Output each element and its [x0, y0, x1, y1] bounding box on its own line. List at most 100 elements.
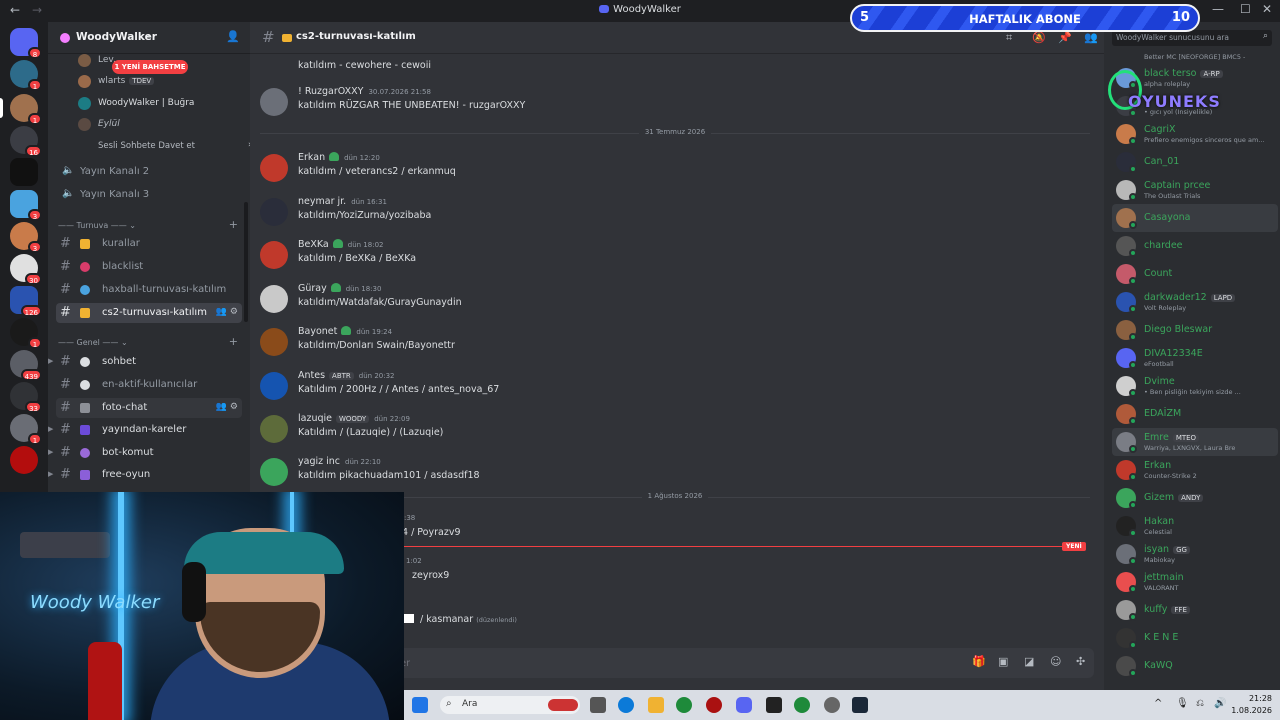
- avatar[interactable]: [260, 372, 288, 400]
- server-icon[interactable]: 126: [10, 286, 42, 317]
- server-icon[interactable]: [10, 446, 38, 474]
- volume-icon[interactable]: 🔊: [1214, 698, 1226, 709]
- channel-foto-chat[interactable]: # foto-chat 👥 ⚙: [56, 398, 242, 418]
- gift-icon[interactable]: 🎁: [972, 655, 986, 668]
- message-author[interactable]: yagiz inc dün 22:10: [298, 456, 381, 467]
- message-author[interactable]: BeXKa dün 18:02: [298, 239, 383, 250]
- add-channel-icon[interactable]: +: [229, 218, 238, 231]
- steam-icon[interactable]: [852, 697, 868, 713]
- member-row[interactable]: CagriX Prefiero enemigos sinceros que am.…: [1112, 120, 1278, 148]
- maximize-button[interactable]: ☐: [1240, 2, 1251, 16]
- pin-icon[interactable]: 📌: [1058, 31, 1072, 44]
- threads-icon[interactable]: ⌗: [1006, 31, 1012, 45]
- category-genel[interactable]: —— Genel —— ⌄: [58, 338, 128, 347]
- apps-icon[interactable]: ✣: [1076, 655, 1085, 668]
- avatar[interactable]: [260, 285, 288, 313]
- server-icon[interactable]: 1: [10, 60, 42, 91]
- server-icon[interactable]: 439: [10, 350, 42, 381]
- message-author[interactable]: lazuqie WOODY dün 22:09: [298, 413, 410, 424]
- message[interactable]: Bayonet dün 19:24 katıldım/Donları Swain/B…: [260, 326, 1090, 366]
- network-icon[interactable]: ⎌: [1196, 698, 1204, 709]
- invite-people-icon[interactable]: 👤: [226, 30, 240, 43]
- add-channel-icon[interactable]: +: [229, 335, 238, 348]
- server-icon[interactable]: 3: [10, 222, 42, 253]
- avatar[interactable]: [260, 241, 288, 269]
- direct-messages-icon[interactable]: 8: [10, 28, 42, 59]
- channel-haxball[interactable]: # haxball-turnuvası-katılım: [56, 280, 242, 300]
- sidebar-scrollbar[interactable]: [244, 202, 248, 322]
- tray-chevron-icon[interactable]: ^: [1154, 698, 1162, 709]
- server-icon[interactable]: 33: [10, 382, 42, 413]
- member-row[interactable]: Gizem ANDY: [1112, 484, 1278, 512]
- member-row[interactable]: kuffy FFE: [1112, 596, 1278, 624]
- taskbar-search[interactable]: ⌕ Ara: [440, 696, 580, 714]
- member-row[interactable]: Diego Bleswar: [1112, 316, 1278, 344]
- message[interactable]: neymar jr. dün 16:31 katıldım/YoziZurna/yo…: [260, 196, 1090, 236]
- channel-blacklist[interactable]: # blacklist: [56, 257, 242, 277]
- discord-taskbar-icon[interactable]: [736, 697, 752, 713]
- server-search[interactable]: WoodyWalker sunucusunu ara ⌕: [1112, 30, 1272, 46]
- member-row[interactable]: Casayona: [1112, 204, 1278, 232]
- member-row[interactable]: chardee: [1112, 232, 1278, 260]
- new-mention-pill[interactable]: 1 YENİ BAHSETME: [112, 60, 188, 74]
- app-icon[interactable]: [766, 697, 782, 713]
- server-header[interactable]: WoodyWalker ⌄ 👤: [48, 22, 250, 54]
- server-icon[interactable]: [10, 158, 38, 186]
- mute-icon[interactable]: 🔕: [1032, 31, 1046, 44]
- member-row[interactable]: isyan GG Mabiokay: [1112, 540, 1278, 568]
- member-row[interactable]: darkwader12 LAPD Volt Roleplay: [1112, 288, 1278, 316]
- avatar[interactable]: [260, 198, 288, 226]
- member-row[interactable]: DIVA12334E eFootball: [1112, 344, 1278, 372]
- task-view-icon[interactable]: [590, 697, 606, 713]
- channel-en-aktif[interactable]: # en-aktif-kullanıcılar: [56, 375, 242, 395]
- member-list-icon[interactable]: 👥: [1084, 31, 1098, 44]
- message-author[interactable]: ! RuzgarOXXY 30.07.2026 21:58: [298, 86, 431, 97]
- message[interactable]: Antes ABTR dün 20:32 Katıldım / 200Hz / / A…: [260, 370, 1090, 410]
- member-row[interactable]: Emre MTEO Warriya, LXNGVX, Laura Bre: [1112, 428, 1278, 456]
- channel-settings-icon[interactable]: 👥 ⚙: [216, 402, 238, 412]
- windows-start-icon[interactable]: [412, 697, 428, 713]
- server-icon-woodywalker[interactable]: 1: [10, 94, 42, 125]
- message[interactable]: BeXKa dün 18:02 katıldım / BeXKa / BeXKa: [260, 239, 1090, 279]
- close-button[interactable]: ✕: [1262, 2, 1272, 16]
- member-row[interactable]: Can_01: [1112, 148, 1278, 176]
- message-author[interactable]: Güray dün 18:30: [298, 283, 381, 294]
- member-row[interactable]: Count: [1112, 260, 1278, 288]
- voice-channel-yayin-3[interactable]: 🔈 Yayın Kanalı 3: [56, 185, 242, 205]
- channel-bot-komut[interactable]: ▶ # bot-komut: [48, 443, 242, 463]
- message[interactable]: Güray dün 18:30 katıldım/Watdafak/GurayGun…: [260, 283, 1090, 323]
- channel-free-oyun[interactable]: ▶ # free-oyun: [48, 465, 242, 485]
- gif-icon[interactable]: ▣: [998, 655, 1008, 668]
- edge-icon[interactable]: [618, 697, 634, 713]
- avatar[interactable]: [260, 154, 288, 182]
- channel-cs2[interactable]: # cs2-turnuvası-katılım 👥 ⚙: [56, 303, 242, 323]
- message[interactable]: yagiz inc dün 22:10 katıldım pikachuadam10…: [260, 456, 1090, 496]
- channel-sohbet[interactable]: ▶ # sohbet: [48, 352, 242, 372]
- avatar[interactable]: [260, 328, 288, 356]
- member-row[interactable]: Erkan Counter-Strike 2: [1112, 456, 1278, 484]
- message-author[interactable]: Erkan dün 12:20: [298, 152, 380, 163]
- server-icon[interactable]: 16: [10, 126, 42, 157]
- folder-icon[interactable]: [648, 697, 664, 713]
- channel-yayindan-kareler[interactable]: ▶ # yayından-kareler: [48, 420, 242, 440]
- server-icon[interactable]: 3: [10, 190, 42, 221]
- message[interactable]: Erkan dün 12:20 katıldım / veterancs2 / er…: [260, 152, 1090, 192]
- member-row[interactable]: KaWQ: [1112, 652, 1278, 680]
- member-row[interactable]: Hakan Celestial: [1112, 512, 1278, 540]
- member-row[interactable]: K E N E: [1112, 624, 1278, 652]
- category-turnuva[interactable]: —— Turnuva —— ⌄: [58, 221, 136, 230]
- chevron-down-icon[interactable]: ⌄: [144, 30, 152, 40]
- member-row[interactable]: Captain prcee The Outlast Trials: [1112, 176, 1278, 204]
- system-clock[interactable]: 21:28 1.08.2026: [1231, 693, 1272, 717]
- avatar[interactable]: [260, 88, 288, 116]
- app-icon[interactable]: [676, 697, 692, 713]
- sticker-icon[interactable]: ◪: [1024, 655, 1034, 668]
- message[interactable]: ! RuzgarOXXY 30.07.2026 21:58 katıldım RÜZ…: [260, 86, 1090, 126]
- message[interactable]: lazuqie WOODY dün 22:09 Katıldım / (Lazuqie…: [260, 413, 1090, 453]
- server-icon[interactable]: 30: [10, 254, 42, 285]
- member-row[interactable]: jettmain VALORANT: [1112, 568, 1278, 596]
- server-icon[interactable]: 1: [10, 318, 42, 349]
- member-row[interactable]: Dvime • Ben pisliğin tekiyim sizde ...: [1112, 372, 1278, 400]
- message-author[interactable]: neymar jr. dün 16:31: [298, 196, 387, 207]
- channel-kurallar[interactable]: # kurallar: [56, 234, 242, 254]
